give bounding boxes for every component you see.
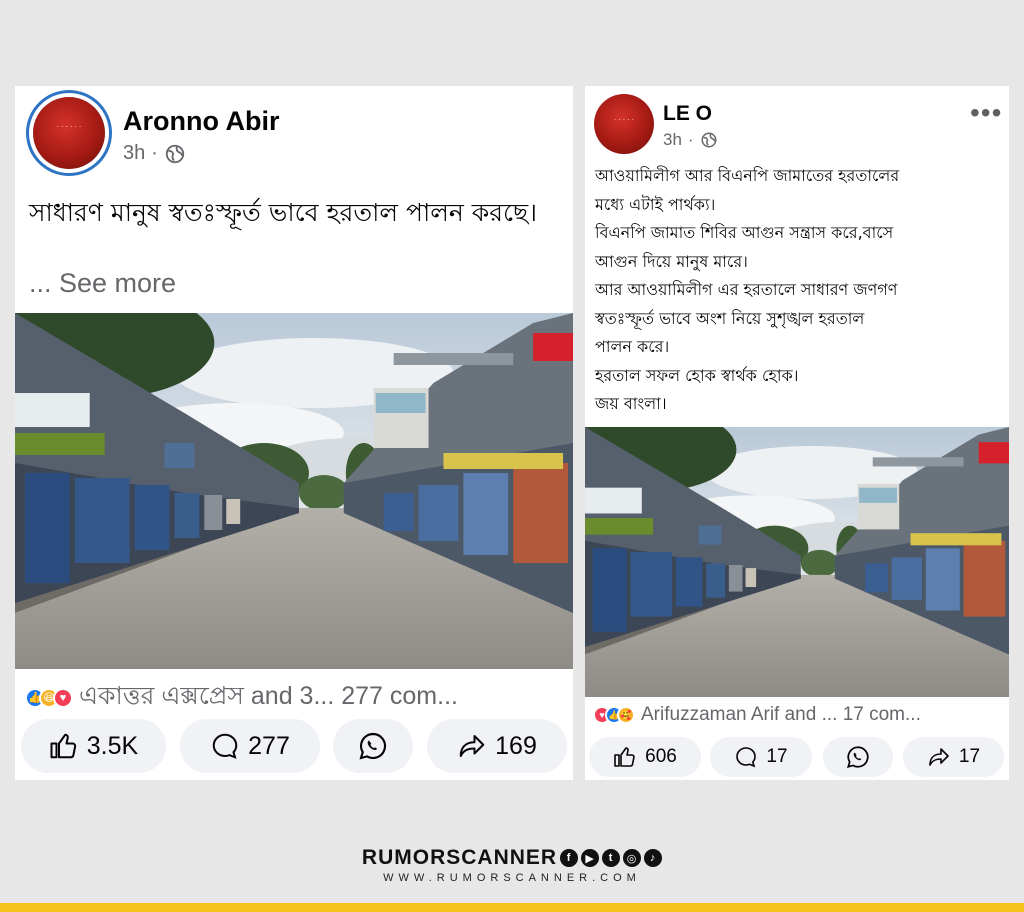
globe-icon [165, 144, 185, 163]
love-reaction-icon: ♥ [53, 687, 73, 708]
youtube-icon[interactable]: ▶ [581, 849, 600, 867]
post-text: আওয়ামিলীগ আর বিএনপি জামাতের হরতালের মধ্… [595, 162, 1005, 419]
like-count: 3.5K [86, 731, 139, 760]
brand-url: WWW.RUMORSCANNER.COM [383, 872, 641, 884]
post-time[interactable]: 3h [123, 142, 145, 165]
post-time[interactable]: 3h [663, 130, 682, 150]
comment-count: 17 [766, 746, 788, 767]
post-meta: 3h · [123, 142, 186, 165]
post-text-line: জয় বাংলা। [595, 394, 667, 413]
author-name[interactable]: LE O [663, 102, 712, 126]
whatsapp-share-button[interactable] [823, 737, 893, 777]
share-button[interactable]: 17 [903, 737, 1004, 777]
post-text-line: আওয়ামিলীগ আর বিএনপি জামাতের হরতালের [595, 166, 900, 185]
post-card-le-o: · · · · · LE O 3h · ••• আওয়ামিলীগ আর বি… [585, 86, 1009, 780]
post-card-aronno-abir: · · · · · · Aronno Abir 3h · সাধারণ মানু… [15, 86, 573, 780]
reaction-icons: ♥ 👍 🥰 [593, 706, 635, 724]
twitter-icon[interactable]: t [602, 849, 621, 867]
meta-separator: · [687, 130, 694, 149]
facebook-icon[interactable]: f [560, 849, 579, 867]
tiktok-icon[interactable]: ♪ [644, 849, 663, 867]
post-text-line: আগুন দিয়ে মানুষ মারে। [595, 251, 748, 271]
instagram-icon[interactable]: ◎ [623, 849, 642, 867]
like-count: 606 [645, 746, 677, 767]
profile-avatar[interactable]: · · · · · [594, 94, 654, 154]
brand-name: RUMORSCANNER [361, 846, 558, 869]
post-text-line: মধ্যে এটাই পার্থক্য। [595, 194, 716, 214]
share-count: 17 [958, 746, 981, 767]
thumbs-up-icon [50, 733, 76, 759]
rumorscanner-brand: RUMORSCANNER f ▶ t ◎ ♪ WWW.RUMORSCANNER.… [0, 846, 1024, 884]
share-arrow-icon [459, 735, 485, 757]
post-photo[interactable] [15, 313, 573, 669]
post-text-line: বিএনপি জামাত শিবির আগুন সন্ত্রাস করে,বাস… [595, 223, 894, 242]
reaction-icons: 👍 😆 ♥ [25, 687, 73, 708]
share-arrow-icon [929, 748, 949, 766]
care-reaction-icon: 🥰 [617, 706, 635, 724]
share-count: 169 [495, 731, 537, 760]
brand-logo: RUMORSCANNER f ▶ t ◎ ♪ [361, 846, 663, 870]
post-meta: 3h · [663, 130, 718, 150]
like-button[interactable]: 606 [589, 737, 701, 777]
post-text-line: পালন করে। [595, 337, 670, 356]
profile-avatar[interactable]: · · · · · · [33, 97, 105, 169]
reaction-summary[interactable]: ♥ 👍 🥰 Arifuzzaman Arif and ... 17 com... [593, 704, 921, 726]
globe-icon [701, 132, 717, 148]
whatsapp-icon [359, 732, 387, 760]
author-name[interactable]: Aronno Abir [123, 106, 279, 137]
comment-icon [736, 747, 757, 768]
meta-separator: · [151, 142, 158, 164]
whatsapp-share-button[interactable] [333, 719, 413, 773]
post-text: সাধারণ মানুষ স্বতঃস্ফূর্ত ভাবে হরতাল পাল… [29, 198, 538, 227]
post-text-line: স্বতঃস্ফূর্ত ভাবে অংশ নিয়ে সুশৃঙ্খল হরত… [595, 308, 865, 328]
post-photo[interactable] [585, 427, 1009, 697]
comment-icon [212, 733, 238, 759]
share-button[interactable]: 169 [427, 719, 567, 773]
whatsapp-icon [846, 746, 869, 768]
like-button[interactable]: 3.5K [21, 719, 166, 773]
reaction-summary-text: Arifuzzaman Arif and ... 17 com... [641, 704, 921, 725]
reaction-summary-text: একাত্তর এক্সপ্রেস and 3... 277 com... [79, 682, 458, 710]
comment-button[interactable]: 17 [710, 737, 812, 777]
reaction-summary[interactable]: 👍 😆 ♥ একাত্তর এক্সপ্রেস and 3... 277 com… [25, 676, 458, 719]
footer-accent-bar [0, 903, 1024, 912]
thumbs-up-icon [614, 747, 635, 767]
more-options-icon[interactable]: ••• [970, 99, 1002, 127]
see-more-link[interactable]: ... See more [29, 268, 176, 299]
comment-button[interactable]: 277 [180, 719, 320, 773]
comment-count: 277 [248, 731, 290, 760]
post-text-line: হরতাল সফল হোক স্বার্থক হোক। [595, 365, 799, 385]
post-text-line: আর আওয়ামিলীগ এর হরতালে সাধারণ জণগণ [595, 280, 898, 299]
